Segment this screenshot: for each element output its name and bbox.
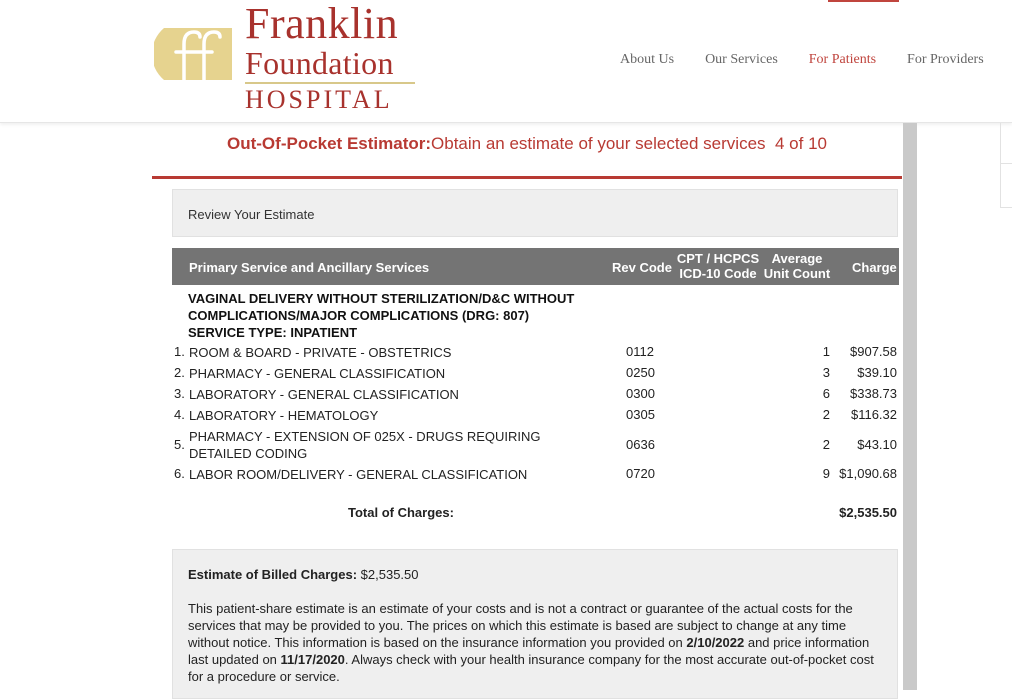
total-charges-label: Total of Charges: [348,505,454,520]
logo-line-3: HOSPITAL [245,85,393,114]
row-charge: $39.10 [857,365,897,380]
row-description: LABOR ROOM/DELIVERY - GENERAL CLASSIFICA… [189,467,528,482]
row-unit-count: 9 [822,466,830,481]
col-avg-line2: Unit Count [763,266,831,281]
content-scrollbar[interactable] [903,123,917,690]
row-unit-count: 6 [822,386,830,401]
billed-charges-line: Estimate of Billed Charges: $2,535.50 [188,567,419,582]
row-charge: $1,090.68 [839,466,897,481]
review-estimate-panel: Review Your Estimate [172,189,898,237]
logo-divider [245,82,415,84]
estimate-disclaimer: This patient-share estimate is an estima… [188,600,878,685]
total-charges-value: $2,535.50 [839,505,897,520]
row-unit-count: 2 [822,437,830,452]
row-description: LABORATORY - HEMATOLOGY [189,408,379,423]
page-title: Out-Of-Pocket Estimator:Obtain an estima… [152,134,902,154]
col-avg-unit: Average Unit Count [762,251,832,281]
row-rev-code: 0720 [626,466,655,481]
review-heading: Review Your Estimate [188,207,315,222]
ff-monogram-icon [154,28,232,82]
row-number: 3. [174,386,185,401]
row-unit-count: 2 [822,407,830,422]
insurance-date: 2/10/2022 [686,635,745,650]
row-rev-code: 0636 [626,437,655,452]
estimate-panel: Estimate of Billed Charges: $2,535.50 Th… [172,549,898,699]
table-header: Primary Service and Ancillary Services R… [172,248,899,285]
row-description: PHARMACY - GENERAL CLASSIFICATION [189,366,446,381]
col-rev-code: Rev Code [612,260,672,275]
row-charge: $116.32 [850,407,897,422]
row-description: LABORATORY - GENERAL CLASSIFICATION [189,387,459,402]
service-title: VAGINAL DELIVERY WITHOUT STERILIZATION/D… [188,291,575,323]
row-number: 1. [174,344,185,359]
row-unit-count: 3 [822,365,830,380]
row-number: 4. [174,407,185,422]
active-nav-indicator [828,0,899,2]
row-description: PHARMACY - EXTENSION OF 025X - DRUGS REQ… [189,429,541,461]
col-cpt: CPT / HCPCS ICD-10 Code [676,251,760,281]
nav-about-us[interactable]: About Us [620,52,674,68]
row-unit-count: 1 [822,344,830,359]
billed-charges-value: $2,535.50 [360,567,419,582]
col-cpt-line2: ICD-10 Code [679,266,757,281]
row-charge: $338.73 [850,386,897,401]
logo-line-1: Franklin [245,0,399,48]
side-panel-tab-1[interactable] [1000,123,1012,164]
row-rev-code: 0305 [626,407,655,422]
row-number: 6. [174,466,185,481]
row-number: 2. [174,365,185,380]
row-rev-code: 0112 [626,344,654,359]
title-rest: Obtain an estimate of your selected serv… [431,134,766,153]
logo-wordmark: Franklin Foundation HOSPITAL [245,2,415,113]
step-indicator: 4 of 10 [774,134,827,153]
row-number: 5. [174,437,185,452]
side-panel-tab-2[interactable] [1000,163,1012,208]
hospital-logo[interactable]: Franklin Foundation HOSPITAL [150,0,420,113]
logo-line-2: Foundation [245,45,394,81]
billed-charges-label: Estimate of Billed Charges: [188,567,358,582]
site-header: Franklin Foundation HOSPITAL About Us Our… [0,0,1012,123]
col-avg-line1: Average [771,251,823,266]
row-rev-code: 0250 [626,365,655,380]
row-charge: $907.58 [850,344,897,359]
title-bold: Out-Of-Pocket Estimator: [227,134,432,153]
nav-our-services[interactable]: Our Services [705,52,778,68]
title-divider [152,176,902,179]
price-update-date: 11/17/2020 [280,652,345,667]
row-rev-code: 0300 [626,386,655,401]
row-description: ROOM & BOARD - PRIVATE - OBSTETRICS [189,345,452,360]
nav-for-providers[interactable]: For Providers [907,52,984,68]
nav-for-patients[interactable]: For Patients [809,52,876,68]
main-nav: About Us Our Services For Patients For Prov… [620,52,1012,68]
row-charge: $43.10 [857,437,897,452]
col-charge: Charge [852,260,897,275]
col-cpt-line1: CPT / HCPCS [676,251,760,266]
col-service: Primary Service and Ancillary Services [189,260,430,275]
primary-service: VAGINAL DELIVERY WITHOUT STERILIZATION/D… [188,290,618,341]
service-type: SERVICE TYPE: INPATIENT [188,325,358,340]
